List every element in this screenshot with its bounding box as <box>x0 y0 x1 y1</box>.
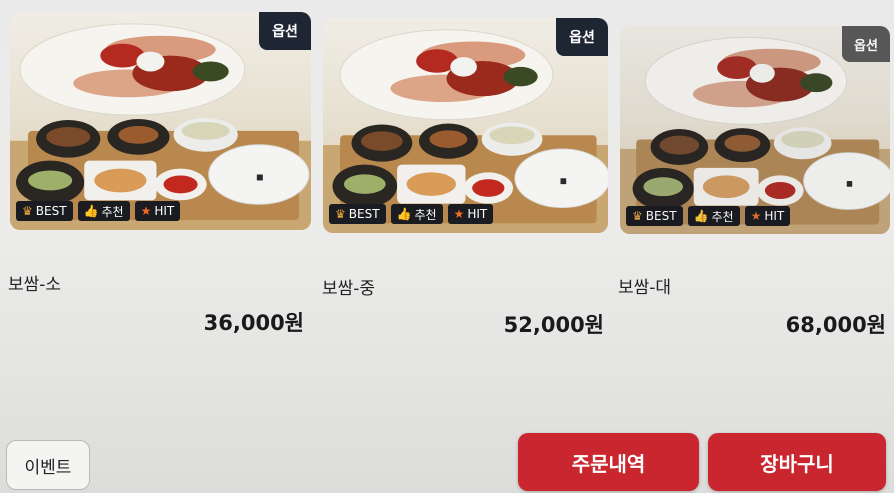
recommend-tag: 👍 추천 <box>687 206 740 226</box>
crown-icon: ♛ <box>632 209 643 223</box>
menu-name: 보쌈-대 <box>618 278 672 298</box>
best-tag: ♛ BEST <box>626 206 683 226</box>
thumbs-up-icon: 👍 <box>396 207 412 221</box>
thumbs-up-icon: 👍 <box>83 204 99 218</box>
menu-name: 보쌈-소 <box>8 275 62 295</box>
cart-button[interactable]: 장바구니 <box>708 433 886 491</box>
best-tag: ♛ BEST <box>329 204 386 224</box>
crown-icon: ♛ <box>335 207 346 221</box>
menu-price: 68,000원 <box>785 313 886 337</box>
best-tag: ♛ BEST <box>16 201 73 221</box>
menu-photo[interactable]: 옵션 ♛ BEST 👍 추천 ★ HIT <box>323 18 608 233</box>
menu-photo[interactable]: 옵션 ♛ BEST 👍 추천 ★ HIT <box>10 12 311 230</box>
menu-price: 52,000원 <box>503 313 604 337</box>
tag-label: BEST <box>35 204 67 218</box>
hit-tag: ★ HIT <box>134 201 181 221</box>
tag-list: ♛ BEST 👍 추천 ★ HIT <box>626 206 791 226</box>
tag-label: 추천 <box>101 204 124 219</box>
menu-photo[interactable]: 옵션 ♛ BEST 👍 추천 ★ HIT <box>620 26 890 234</box>
option-badge[interactable]: 옵션 <box>556 18 608 56</box>
tag-list: ♛ BEST 👍 추천 ★ HIT <box>329 204 494 224</box>
tag-label: 추천 <box>711 209 734 224</box>
tag-label: HIT <box>764 209 785 223</box>
menu-price: 36,000원 <box>203 311 304 335</box>
recommend-tag: 👍 추천 <box>77 201 130 221</box>
event-button[interactable]: 이벤트 <box>6 440 90 490</box>
tag-label: BEST <box>348 207 380 221</box>
tag-label: BEST <box>645 209 677 223</box>
option-badge[interactable]: 옵션 <box>842 26 890 62</box>
menu-name: 보쌈-중 <box>322 279 376 299</box>
hit-tag: ★ HIT <box>744 206 791 226</box>
crown-icon: ♛ <box>22 204 33 218</box>
star-icon: ★ <box>750 209 762 223</box>
hit-tag: ★ HIT <box>447 204 494 224</box>
tag-label: 추천 <box>414 207 437 222</box>
tag-label: HIT <box>467 207 488 221</box>
order-history-button[interactable]: 주문내역 <box>518 433 699 491</box>
star-icon: ★ <box>140 204 152 218</box>
star-icon: ★ <box>453 207 465 221</box>
option-badge[interactable]: 옵션 <box>259 12 311 50</box>
thumbs-up-icon: 👍 <box>693 209 709 223</box>
tag-list: ♛ BEST 👍 추천 ★ HIT <box>16 201 181 221</box>
tag-label: HIT <box>154 204 175 218</box>
recommend-tag: 👍 추천 <box>390 204 443 224</box>
